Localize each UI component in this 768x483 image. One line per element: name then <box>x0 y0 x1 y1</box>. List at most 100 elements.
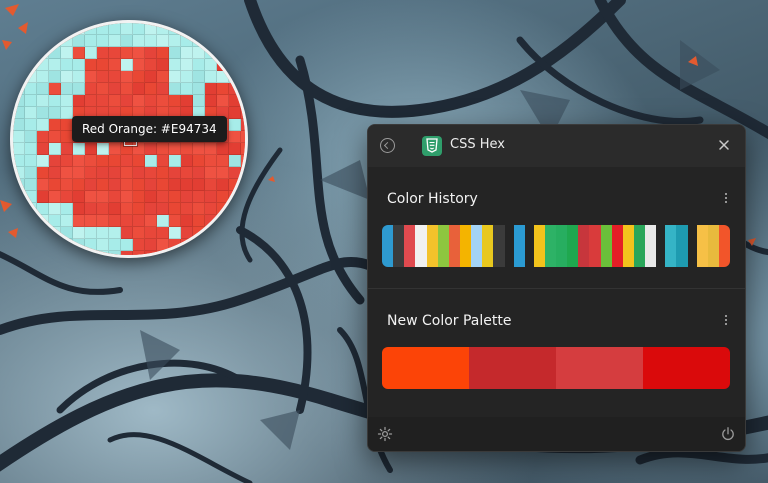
color-swatch[interactable] <box>707 225 719 267</box>
magnified-pixel <box>229 107 241 119</box>
magnified-pixel <box>169 215 181 227</box>
palette-swatch[interactable] <box>643 347 730 389</box>
gear-icon[interactable] <box>377 426 393 442</box>
magnified-pixel <box>37 179 49 191</box>
magnified-pixel <box>37 215 49 227</box>
magnified-pixel <box>109 155 121 167</box>
palette-swatch[interactable] <box>556 347 643 389</box>
magnified-pixel <box>97 155 109 167</box>
magnified-pixel <box>61 23 73 35</box>
color-swatch[interactable] <box>696 225 708 267</box>
magnified-pixel <box>61 47 73 59</box>
magnified-pixel <box>85 203 97 215</box>
color-swatch[interactable] <box>426 225 438 267</box>
magnified-pixel <box>157 23 169 35</box>
magnified-pixel <box>25 95 37 107</box>
magnified-pixel <box>37 239 49 251</box>
color-swatch[interactable] <box>622 225 634 267</box>
magnified-pixel <box>169 35 181 47</box>
color-swatch[interactable] <box>404 225 416 267</box>
magnified-pixel <box>49 71 61 83</box>
magnified-pixel <box>133 35 145 47</box>
color-swatch[interactable] <box>415 225 427 267</box>
magnified-pixel <box>133 83 145 95</box>
color-swatch[interactable] <box>600 225 612 267</box>
magnified-pixel <box>181 239 193 251</box>
magnified-pixel <box>97 47 109 59</box>
color-swatch[interactable] <box>533 225 545 267</box>
magnified-pixel <box>25 83 37 95</box>
magnified-pixel <box>241 143 245 155</box>
color-swatch[interactable] <box>645 225 657 267</box>
magnified-pixel <box>181 35 193 47</box>
magnified-pixel <box>133 167 145 179</box>
color-swatch[interactable] <box>493 225 505 267</box>
color-swatch[interactable] <box>437 225 449 267</box>
color-swatch[interactable] <box>676 225 688 267</box>
magnified-pixel <box>97 239 109 251</box>
magnified-pixel <box>229 155 241 167</box>
magnified-pixel <box>25 179 37 191</box>
magnified-pixel <box>121 23 133 35</box>
magnified-pixel <box>97 59 109 71</box>
color-swatch[interactable] <box>589 225 601 267</box>
color-swatch[interactable] <box>471 225 483 267</box>
magnified-pixel <box>133 95 145 107</box>
more-vertical-icon[interactable] <box>723 313 729 329</box>
magnified-pixel <box>109 191 121 203</box>
magnified-pixel <box>109 239 121 251</box>
color-swatch[interactable] <box>578 225 590 267</box>
magnified-pixel <box>109 203 121 215</box>
magnified-pixel <box>13 83 25 95</box>
magnified-pixel <box>229 35 241 47</box>
magnified-pixel <box>61 191 73 203</box>
more-vertical-icon[interactable] <box>723 191 729 207</box>
magnified-pixel <box>193 35 205 47</box>
magnified-pixel <box>25 215 37 227</box>
magnified-pixel <box>61 83 73 95</box>
magnified-pixel <box>205 83 217 95</box>
magnified-pixel <box>205 227 217 239</box>
magnified-pixel <box>205 203 217 215</box>
magnified-pixel <box>13 95 25 107</box>
magnified-pixel <box>73 35 85 47</box>
color-swatch[interactable] <box>611 225 623 267</box>
color-swatch[interactable] <box>633 225 646 267</box>
palette-swatch[interactable] <box>469 347 556 389</box>
color-swatch[interactable] <box>382 225 394 267</box>
color-swatch[interactable] <box>513 225 525 267</box>
magnified-pixel <box>169 23 181 35</box>
color-swatch[interactable] <box>448 225 460 267</box>
magnified-pixel <box>217 59 229 71</box>
magnified-pixel <box>193 59 205 71</box>
magnified-pixel <box>229 83 241 95</box>
color-swatch[interactable] <box>459 225 472 267</box>
color-swatch[interactable] <box>482 225 494 267</box>
magnified-pixel <box>145 179 157 191</box>
magnified-pixel <box>169 167 181 179</box>
magnified-pixel <box>37 95 49 107</box>
magnified-pixel <box>37 143 49 155</box>
magnified-pixel <box>145 95 157 107</box>
palette-swatch[interactable] <box>382 347 469 389</box>
magnified-pixel <box>145 203 157 215</box>
power-icon[interactable] <box>720 426 736 442</box>
close-icon[interactable] <box>715 136 733 154</box>
back-circle-icon[interactable] <box>380 138 395 153</box>
color-swatch[interactable] <box>567 225 579 267</box>
color-swatch[interactable] <box>544 225 556 267</box>
color-swatch[interactable] <box>665 225 677 267</box>
magnified-pixel <box>97 83 109 95</box>
color-history-section: Color History <box>368 167 745 288</box>
color-swatch[interactable] <box>555 225 568 267</box>
magnified-pixel <box>145 215 157 227</box>
magnified-pixel <box>217 23 229 35</box>
css3-icon <box>422 136 442 156</box>
magnified-pixel <box>49 191 61 203</box>
color-swatch[interactable] <box>393 225 405 267</box>
magnified-pixel <box>145 59 157 71</box>
magnified-pixel <box>61 107 73 119</box>
magnified-pixel <box>169 239 181 251</box>
color-swatch[interactable] <box>718 225 730 267</box>
magnified-pixel <box>61 203 73 215</box>
